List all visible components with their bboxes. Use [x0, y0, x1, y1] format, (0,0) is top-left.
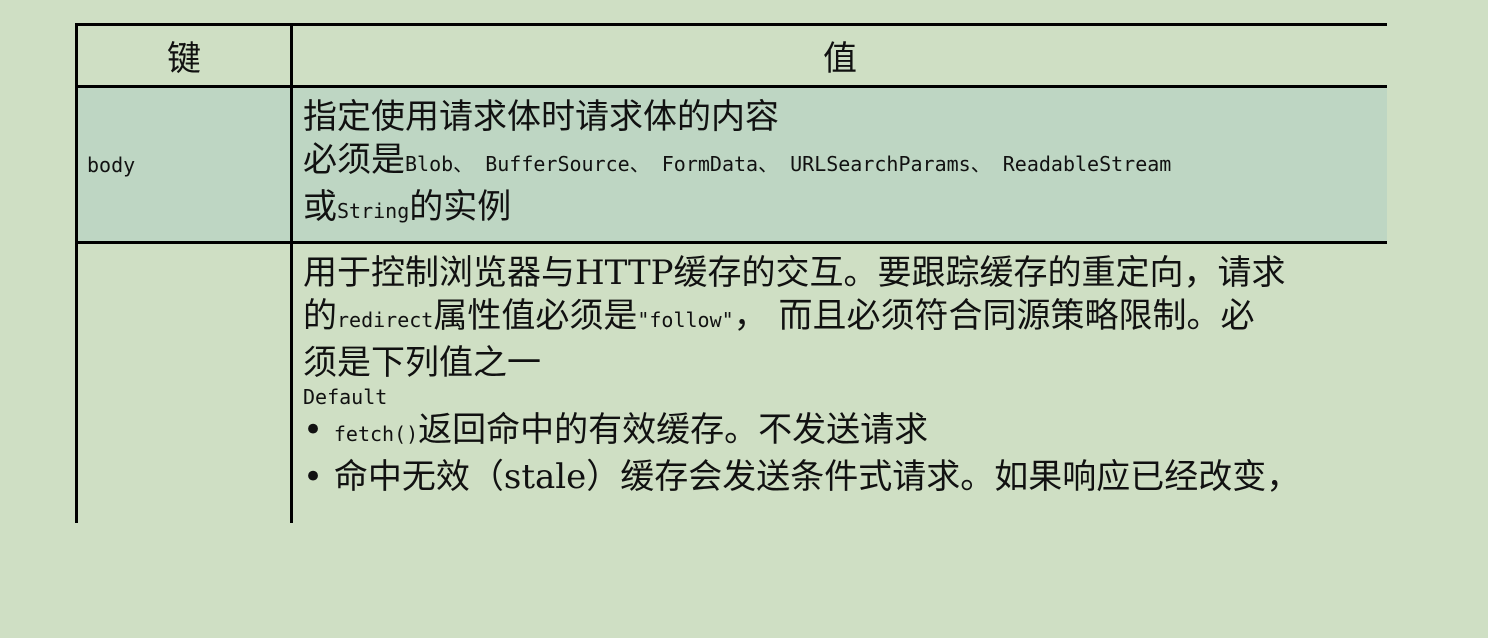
body-types-suffix: 的实例 — [409, 187, 512, 227]
value-cell-cache: 用于控制浏览器与HTTP缓存的交互。要跟踪缓存的重定向，请求 的redirect… — [290, 241, 1387, 523]
code-redirect: redirect — [337, 308, 434, 332]
body-types-or: 或 — [303, 187, 337, 227]
body-types-list: Blob、 BufferSource、 FormData、 URLSearchP… — [405, 152, 1172, 176]
header-value: 值 — [290, 23, 1387, 88]
bullet-1-text: 返回命中的有效缓存。不发送请求 — [418, 410, 929, 450]
bullet-2-text: 命中无效（stale）缓存会发送条件式请求。如果响应已经改变， — [333, 457, 1301, 497]
body-type-string: String — [337, 199, 410, 223]
bullet-icon: • — [303, 410, 334, 450]
body-types-line: 必须是Blob、 BufferSource、 FormData、 URLSear… — [303, 139, 1377, 186]
options-table: 键 值 body 指定使用请求体时请求体的内容 必须是Blob、 BufferS… — [75, 23, 1387, 523]
value-cell-body: 指定使用请求体时请求体的内容 必须是Blob、 BufferSource、 Fo… — [290, 85, 1387, 244]
header-key: 键 — [75, 23, 293, 88]
cache-description-line-3: 须是下列值之一 — [303, 343, 541, 383]
cache-text-end: ， 而且必须符合同源策略限制。必 — [733, 296, 1255, 336]
body-types-line-2: 或String的实例 — [303, 186, 1377, 233]
cache-description-line-1: 用于控制浏览器与HTTP缓存的交互。要跟踪缓存的重定向，请求 — [303, 253, 1286, 293]
bullet-item-1: • fetch()返回命中的有效缓存。不发送请求 — [303, 409, 1377, 456]
body-types-prefix: 必须是 — [303, 140, 405, 180]
bullet-icon: • — [303, 457, 334, 497]
cache-text-mid: 属性值必须是 — [433, 296, 638, 336]
table-header-row: 键 值 — [75, 23, 1387, 88]
bullet-item-2: • 命中无效（stale）缓存会发送条件式请求。如果响应已经改变， — [303, 456, 1377, 499]
key-cell-body: body — [75, 85, 293, 244]
body-description-line: 指定使用请求体时请求体的内容 — [303, 97, 779, 137]
cache-text-de: 的 — [303, 296, 337, 336]
table-row-body: body 指定使用请求体时请求体的内容 必须是Blob、 BufferSourc… — [75, 85, 1387, 244]
option-default-name: Default — [303, 385, 388, 409]
cache-description-line-2: 的redirect属性值必须是"follow"， 而且必须符合同源策略限制。必 — [303, 295, 1377, 342]
key-cell-cache — [75, 241, 293, 523]
code-fetch: fetch() — [333, 422, 419, 446]
code-follow: "follow" — [637, 308, 734, 332]
options-table-container: 键 值 body 指定使用请求体时请求体的内容 必须是Blob、 BufferS… — [75, 23, 1387, 523]
table-row-cache: 用于控制浏览器与HTTP缓存的交互。要跟踪缓存的重定向，请求 的redirect… — [75, 241, 1387, 523]
